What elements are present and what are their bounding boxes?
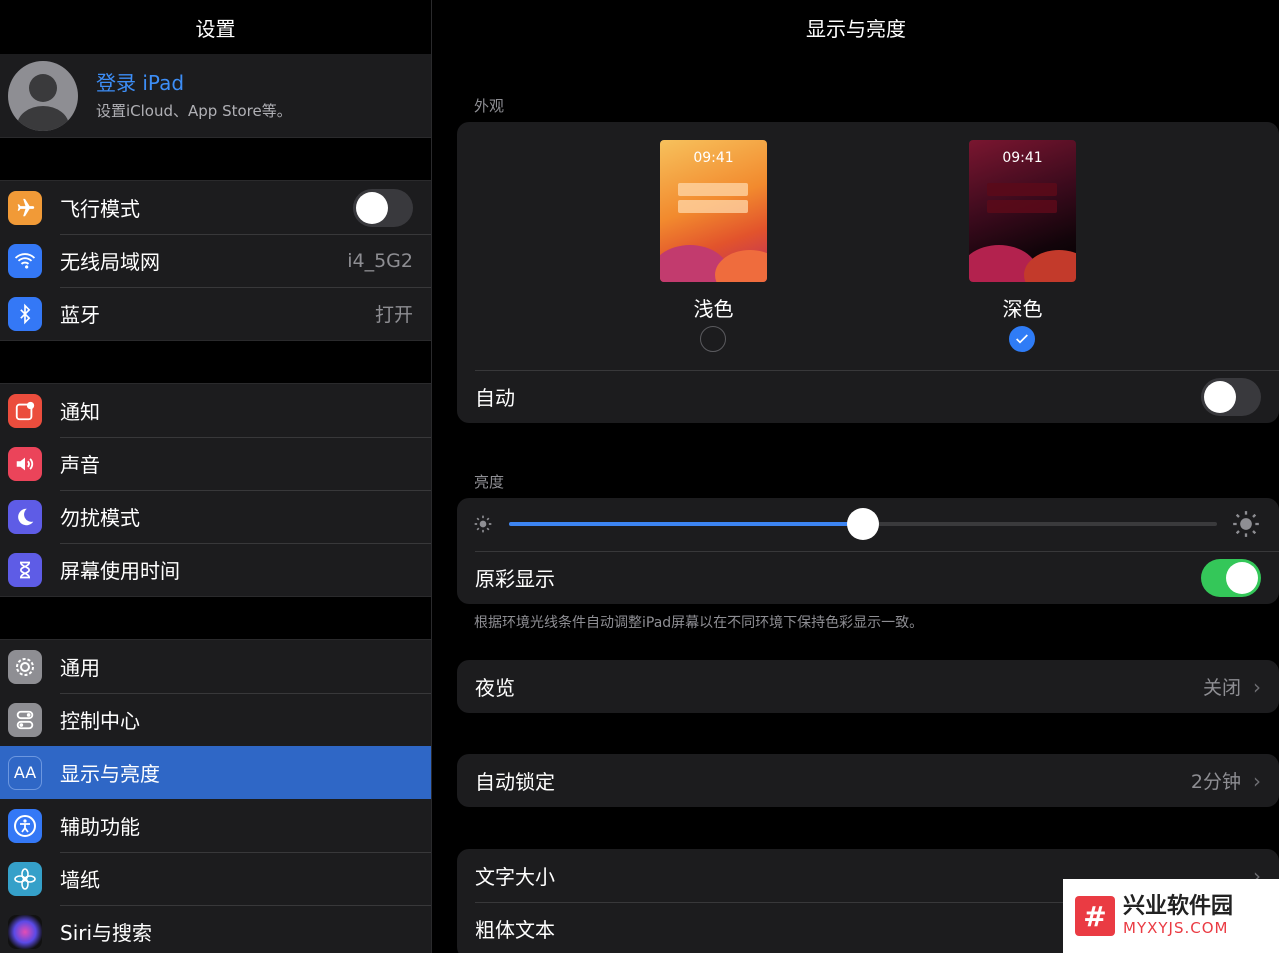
sidebar-item-sounds[interactable]: 声音 xyxy=(0,437,431,490)
true-tone-footnote: 根据环境光线条件自动调整iPad屏幕以在不同环境下保持色彩显示一致。 xyxy=(474,615,924,631)
sun-small-icon xyxy=(474,515,492,533)
sidebar-item-notifications[interactable]: 通知 xyxy=(0,384,431,437)
moon-icon xyxy=(8,499,42,534)
sidebar-item-label: 声音 xyxy=(60,453,100,477)
sidebar-item-do-not-disturb[interactable]: 勿扰模式 xyxy=(0,490,431,543)
dark-mode-radio[interactable] xyxy=(1009,326,1035,352)
sidebar-group-connectivity: 飞行模式 无线局域网 i4_5G2 蓝牙 打开 xyxy=(0,180,431,341)
gear-icon xyxy=(8,649,42,684)
auto-appearance-label: 自动 xyxy=(475,386,515,410)
true-tone-label: 原彩显示 xyxy=(475,567,555,591)
siri-icon xyxy=(8,914,42,949)
speaker-icon xyxy=(8,446,42,481)
sidebar-group-general: 通用 控制中心 AA 显示与亮度 辅助功能 墙纸 Siri与搜索 xyxy=(0,639,431,953)
flower-icon xyxy=(8,861,42,896)
sidebar-item-label: 辅助功能 xyxy=(60,815,140,839)
sidebar-item-label: 无线局域网 xyxy=(60,250,160,274)
wifi-icon xyxy=(8,243,42,278)
text-size-icon: AA xyxy=(8,755,42,790)
sidebar-item-control-center[interactable]: 控制中心 xyxy=(0,693,431,746)
notification-icon xyxy=(8,393,42,428)
sidebar-item-label: 屏幕使用时间 xyxy=(60,559,180,583)
watermark-cn: 兴业软件园 xyxy=(1123,894,1234,919)
avatar xyxy=(8,60,78,131)
sidebar-item-airplane-mode[interactable]: 飞行模式 xyxy=(0,181,431,234)
chevron-right-icon: › xyxy=(1253,768,1261,793)
sidebar-item-label: 显示与亮度 xyxy=(60,762,160,786)
brightness-card: 原彩显示 xyxy=(457,498,1279,604)
night-shift-row[interactable]: 夜览 关闭 › xyxy=(457,660,1279,713)
brightness-slider-row xyxy=(457,498,1279,551)
night-shift-card: 夜览 关闭 › xyxy=(457,660,1279,713)
bluetooth-status: 打开 xyxy=(374,304,413,326)
auto-lock-card: 自动锁定 2分钟 › xyxy=(457,754,1279,807)
sidebar-item-label: 飞行模式 xyxy=(60,197,140,221)
wifi-network-name: i4_5G2 xyxy=(347,249,413,272)
sidebar-item-display-brightness[interactable]: AA 显示与亮度 xyxy=(0,746,431,799)
settings-sidebar: 设置 登录 iPad 设置iCloud、App Store等。 飞行模式 无线局… xyxy=(0,0,432,953)
sidebar-item-general[interactable]: 通用 xyxy=(0,640,431,693)
brightness-slider-thumb[interactable] xyxy=(847,508,879,540)
sidebar-item-wifi[interactable]: 无线局域网 i4_5G2 xyxy=(0,234,431,287)
sidebar-item-label: Siri与搜索 xyxy=(60,921,153,945)
sidebar-item-wallpaper[interactable]: 墙纸 xyxy=(0,852,431,905)
true-tone-row: 原彩显示 xyxy=(457,551,1279,604)
sign-in-subtitle: 设置iCloud、App Store等。 xyxy=(96,102,292,120)
light-mode-radio[interactable] xyxy=(700,326,726,352)
brightness-section-label: 亮度 xyxy=(474,473,505,491)
sidebar-item-siri[interactable]: Siri与搜索 xyxy=(0,905,431,953)
sidebar-item-label: 控制中心 xyxy=(60,709,140,733)
switches-icon xyxy=(8,702,42,737)
sidebar-item-accessibility[interactable]: 辅助功能 xyxy=(0,799,431,852)
auto-lock-label: 自动锁定 xyxy=(475,770,555,794)
preview-time: 09:41 xyxy=(1002,150,1043,166)
watermark-logo: # xyxy=(1075,896,1115,936)
auto-lock-row[interactable]: 自动锁定 2分钟 › xyxy=(457,754,1279,807)
bluetooth-icon xyxy=(8,296,42,331)
sidebar-item-label: 墙纸 xyxy=(60,868,100,892)
light-mode-label: 浅色 xyxy=(693,297,734,321)
chevron-right-icon: › xyxy=(1253,674,1261,699)
preview-time: 09:41 xyxy=(693,150,734,166)
watermark: # 兴业软件园 MYXYJS.COM xyxy=(1063,879,1279,953)
night-shift-value: 关闭 xyxy=(1202,677,1241,699)
night-shift-label: 夜览 xyxy=(475,676,515,700)
appearance-section-label: 外观 xyxy=(474,97,505,115)
watermark-en: MYXYJS.COM xyxy=(1123,919,1229,937)
sidebar-title: 设置 xyxy=(195,16,236,41)
sidebar-item-label: 通用 xyxy=(60,656,100,680)
light-mode-preview[interactable]: 09:41 xyxy=(660,140,767,282)
accessibility-icon xyxy=(8,808,42,843)
true-tone-toggle[interactable] xyxy=(1201,558,1261,597)
auto-appearance-toggle[interactable] xyxy=(1201,377,1261,416)
sidebar-item-bluetooth[interactable]: 蓝牙 打开 xyxy=(0,287,431,340)
auto-lock-value: 2分钟 xyxy=(1190,771,1241,793)
dark-mode-preview[interactable]: 09:41 xyxy=(969,140,1076,282)
sign-in-row[interactable]: 登录 iPad 设置iCloud、App Store等。 xyxy=(0,54,431,138)
sidebar-item-label: 通知 xyxy=(60,400,100,424)
sidebar-group-notifications: 通知 声音 勿扰模式 屏幕使用时间 xyxy=(0,383,431,597)
airplane-icon xyxy=(8,190,42,225)
display-brightness-pane: 显示与亮度 外观 09:41 浅色 09:41 深色 自动 亮度 原彩显示 根据… xyxy=(433,0,1279,953)
hourglass-icon xyxy=(8,552,42,587)
sidebar-item-label: 蓝牙 xyxy=(60,303,100,327)
appearance-card: 09:41 浅色 09:41 深色 自动 xyxy=(457,122,1279,423)
dark-mode-label: 深色 xyxy=(1002,297,1043,321)
brightness-slider-fill xyxy=(509,522,863,526)
sidebar-item-screen-time[interactable]: 屏幕使用时间 xyxy=(0,543,431,596)
sidebar-item-label: 勿扰模式 xyxy=(60,506,140,530)
page-title: 显示与亮度 xyxy=(806,16,906,41)
sign-in-title: 登录 iPad xyxy=(96,71,185,95)
checkmark-icon xyxy=(1016,334,1028,344)
auto-appearance-row: 自动 xyxy=(457,370,1279,423)
sun-large-icon xyxy=(1233,511,1259,537)
airplane-mode-toggle[interactable] xyxy=(353,188,413,227)
